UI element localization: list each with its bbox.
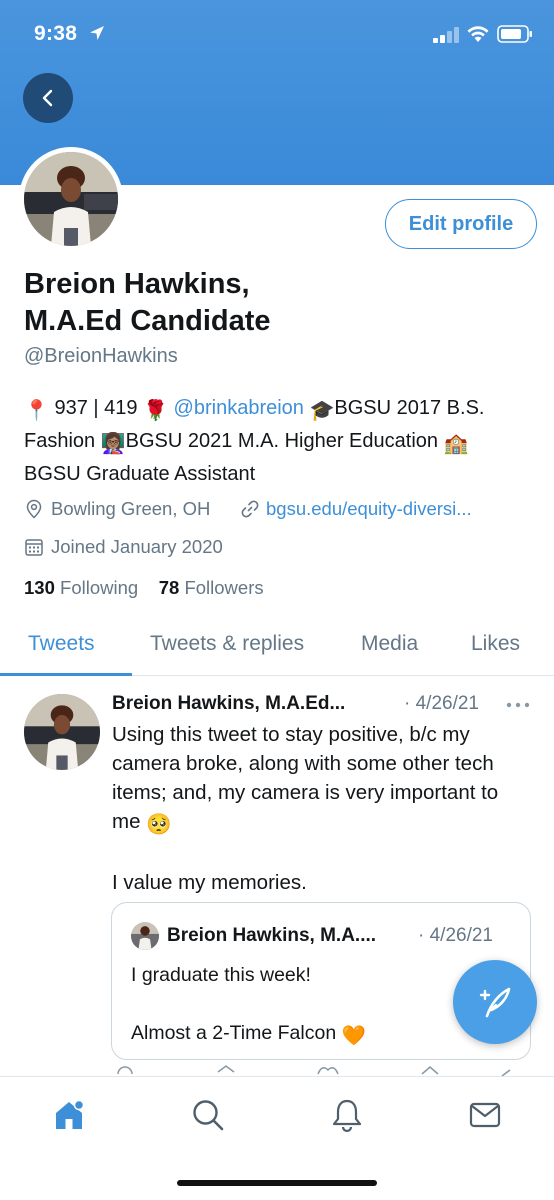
nav-home[interactable] [51, 1097, 87, 1133]
tweet-author-name[interactable]: Breion Hawkins, M.A.Ed... [112, 693, 345, 715]
tweet-text-line-2: I value my memories. [112, 871, 307, 894]
followers-count: 78 [158, 577, 180, 598]
quoted-tweet-line-2: Almost a 2-Time Falcon [131, 1022, 342, 1044]
profile-bio: 📍 937 | 419 🌹 @brinkabreion 🎓BGSU 2017 B… [24, 393, 534, 489]
more-options-icon[interactable] [506, 702, 530, 708]
tab-media[interactable]: Media [361, 632, 418, 656]
location-text: Bowling Green, OH [51, 498, 211, 519]
edit-profile-button[interactable]: Edit profile [385, 199, 537, 249]
status-bar: 9:38 [0, 0, 554, 66]
profile-website[interactable]: bgsu.edu/equity-diversi... [240, 498, 472, 520]
search-icon [193, 1100, 224, 1131]
tweet-text: Using this tweet to stay positive, b/c m… [112, 720, 532, 897]
teacher-emoji: 👩🏽‍🏫 [100, 433, 126, 455]
school-emoji: 🏫 [443, 433, 469, 455]
notifications-bell-icon [332, 1099, 362, 1133]
active-tab-indicator [0, 673, 132, 676]
pleading-face-emoji: 🥺 [146, 813, 172, 836]
bio-text-3: BGSU 2021 M.A. Higher Education [125, 430, 444, 452]
quoted-tweet-date: · 4/26/21 [418, 925, 493, 946]
pin-emoji: 📍 [24, 400, 49, 422]
nav-messages[interactable] [467, 1097, 503, 1133]
tweet-actions-peek [0, 1062, 554, 1076]
location-arrow-icon [90, 26, 104, 40]
profile-handle: @BreionHawkins [24, 345, 178, 367]
profile-location: Bowling Green, OH [24, 498, 210, 520]
avatar-image [24, 152, 118, 246]
profile-avatar[interactable] [19, 147, 123, 251]
profile-tabs: Tweets Tweets & replies Media Likes [0, 618, 554, 676]
tweet-avatar[interactable] [24, 694, 100, 770]
messages-mail-icon [469, 1102, 501, 1128]
joined-text: Joined January 2020 [51, 536, 223, 557]
compose-tweet-button[interactable] [453, 960, 537, 1044]
graduation-cap-emoji: 🎓 [309, 400, 335, 422]
bio-text-1: 937 | 419 [48, 397, 144, 419]
home-icon [56, 1099, 85, 1129]
cellular-signal-icon [433, 27, 459, 43]
quoted-tweet-author: Breion Hawkins, M.A.... [167, 925, 377, 946]
calendar-icon [25, 539, 43, 556]
chevron-left-icon [42, 89, 53, 107]
following-label: Following [60, 577, 139, 598]
tab-tweets[interactable]: Tweets [28, 632, 95, 656]
display-name-line-2: M.A.Ed Candidate [24, 305, 271, 337]
tab-tweets-and-replies[interactable]: Tweets & replies [150, 632, 304, 656]
profile-display-name: Breion Hawkins, M.A.Ed Candidate [24, 266, 271, 340]
website-link[interactable]: bgsu.edu/equity-diversi... [266, 498, 472, 520]
tweet-date[interactable]: · 4/26/21 [404, 693, 479, 715]
link-icon [241, 500, 259, 518]
following-link[interactable]: 130 Following [24, 577, 138, 598]
followers-link[interactable]: 78 Followers [159, 577, 264, 598]
tab-likes[interactable]: Likes [471, 632, 520, 656]
orange-heart-emoji: 🧡 [341, 1025, 366, 1047]
followers-label: Followers [184, 577, 264, 598]
bio-mention-link[interactable]: @brinkabreion [174, 397, 304, 419]
profile-joined-date: Joined January 2020 [24, 536, 223, 558]
nav-search[interactable] [190, 1097, 226, 1133]
wifi-icon [467, 26, 489, 42]
bio-text-4: BGSU Graduate Assistant [24, 463, 256, 485]
back-button[interactable] [23, 73, 73, 123]
status-time: 9:38 [34, 22, 78, 45]
follow-stats: 130 Following 78 Followers [24, 577, 264, 599]
display-name-line-1: Breion Hawkins, [24, 268, 250, 300]
quoted-tweet-avatar [131, 922, 159, 950]
location-pin-icon [26, 499, 42, 519]
nav-notifications[interactable] [329, 1097, 365, 1133]
following-count: 130 [24, 577, 55, 598]
compose-tweet-icon [479, 987, 511, 1018]
battery-icon [497, 25, 532, 43]
rose-emoji: 🌹 [143, 400, 168, 422]
home-indicator [177, 1180, 377, 1186]
